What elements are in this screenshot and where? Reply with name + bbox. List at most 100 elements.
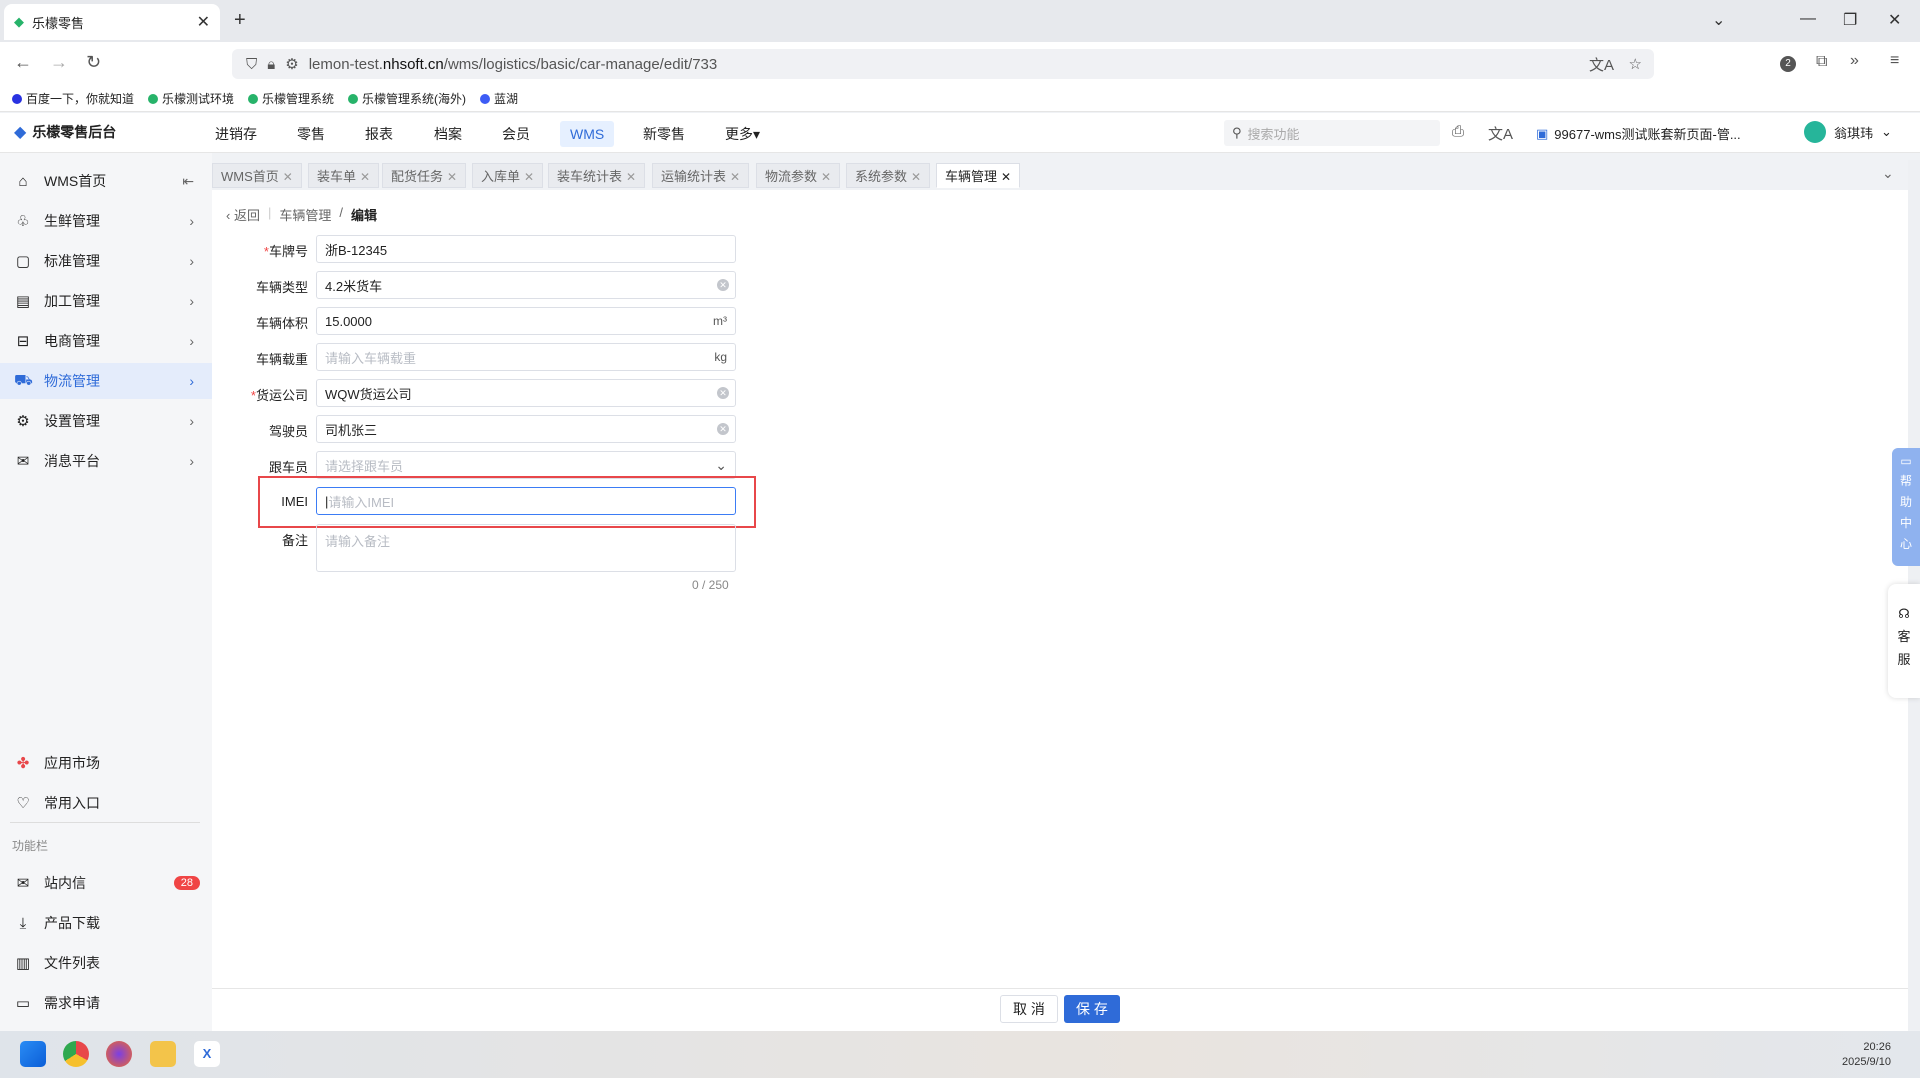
close-window-icon[interactable]: ✕ bbox=[1888, 10, 1901, 30]
close-icon[interactable]: ✕ bbox=[730, 170, 740, 184]
tab-inbound[interactable]: 入库单 ✕ bbox=[472, 163, 544, 188]
close-icon[interactable]: ✕ bbox=[524, 170, 534, 184]
extensions-icon[interactable]: ⧉ bbox=[1816, 53, 1827, 71]
close-tab-icon[interactable]: ✕ bbox=[197, 12, 210, 32]
close-icon[interactable]: ✕ bbox=[626, 170, 636, 184]
address-bar[interactable]: ⛉ 🔒︎ ⚙ lemon-test.nhsoft.cn/wms/logistic… bbox=[232, 49, 1654, 79]
menu-archive[interactable]: 档案 bbox=[424, 121, 472, 147]
tab-loading-order[interactable]: 装车单 ✕ bbox=[308, 163, 380, 188]
print-icon[interactable]: ⎙ bbox=[1452, 123, 1464, 140]
account-switcher[interactable]: ▣ 99677-wms测试账套新页面-管... bbox=[1536, 124, 1741, 143]
sidebar-item-logistics[interactable]: ⛟ 物流管理 › bbox=[0, 363, 212, 399]
tab-vehicle-management[interactable]: 车辆管理 ✕ bbox=[936, 163, 1021, 188]
close-icon[interactable]: ✕ bbox=[821, 170, 831, 184]
escort-select[interactable]: 请选择跟车员 ⌄ bbox=[316, 451, 736, 479]
sidebar-item-files[interactable]: ▥ 文件列表 bbox=[0, 945, 212, 981]
collapse-sidebar-icon[interactable]: ⇤ bbox=[182, 173, 194, 190]
bookmark-lanhu[interactable]: 蓝湖 bbox=[480, 90, 518, 107]
close-icon[interactable]: ✕ bbox=[283, 170, 293, 184]
sidebar-item-requests[interactable]: ▭ 需求申请 bbox=[0, 985, 212, 1021]
volume-input[interactable]: 15.0000 m³ bbox=[316, 307, 736, 335]
user-menu[interactable]: 翁琪玮 ⌄ bbox=[1804, 121, 1892, 143]
translate-icon[interactable]: 文A bbox=[1589, 54, 1614, 75]
tab-wms-home[interactable]: WMS首页 ✕ bbox=[212, 163, 302, 188]
sidebar-item-standard[interactable]: ▢ 标准管理 › bbox=[0, 243, 212, 279]
help-center-button[interactable]: ▭ 帮助中心 bbox=[1892, 448, 1920, 566]
tab-loading-stats[interactable]: 装车统计表 ✕ bbox=[548, 163, 646, 188]
breadcrumb-current: 编辑 bbox=[351, 208, 378, 223]
app-logo[interactable]: ◆ 乐檬零售后台 bbox=[14, 122, 116, 142]
restore-icon[interactable]: ❐ bbox=[1843, 10, 1857, 30]
menu-report[interactable]: 报表 bbox=[355, 121, 403, 147]
plate-input[interactable]: 浙B-12345 bbox=[316, 235, 736, 263]
mail-icon: ✉ bbox=[16, 453, 30, 470]
browser-menu-icon[interactable]: ≡ bbox=[1890, 52, 1899, 70]
firefox-icon[interactable] bbox=[106, 1041, 132, 1067]
tab-distribution-task[interactable]: 配货任务 ✕ bbox=[382, 163, 467, 188]
save-button[interactable]: 保 存 bbox=[1064, 995, 1120, 1023]
language-icon[interactable]: 文A bbox=[1488, 123, 1513, 144]
bookmark-star-icon[interactable]: ☆ bbox=[1629, 55, 1642, 73]
remark-label: 备注 bbox=[281, 533, 308, 548]
forward-icon[interactable]: → bbox=[50, 52, 68, 73]
menu-new-retail[interactable]: 新零售 bbox=[633, 121, 695, 147]
close-icon[interactable]: ✕ bbox=[360, 170, 370, 184]
remark-textarea[interactable]: 请输入备注 bbox=[316, 524, 736, 572]
close-icon[interactable]: ✕ bbox=[1001, 170, 1011, 184]
back-icon[interactable]: ← bbox=[14, 52, 32, 73]
customer-service-button[interactable]: ☊ 客服 bbox=[1888, 584, 1920, 698]
fresh-icon: ♧ bbox=[16, 213, 30, 230]
menu-more[interactable]: 更多▾ bbox=[715, 121, 770, 147]
menu-wms[interactable]: WMS bbox=[560, 121, 615, 147]
overflow-chevrons-icon[interactable]: » bbox=[1850, 52, 1859, 70]
windows-start-icon[interactable] bbox=[20, 1041, 46, 1067]
sidebar-item-fresh[interactable]: ♧ 生鲜管理 › bbox=[0, 203, 212, 239]
sidebar-item-download[interactable]: ⤓ 产品下载 bbox=[0, 905, 212, 941]
bookmark-admin[interactable]: 乐檬管理系统 bbox=[248, 90, 334, 107]
load-input[interactable]: 请输入车辆载重 kg bbox=[316, 343, 736, 371]
reload-icon[interactable]: ↻ bbox=[86, 52, 101, 73]
sidebar-item-wms-home[interactable]: ⌂ WMS首页 ⇤ bbox=[0, 163, 212, 199]
bookmark-admin-overseas[interactable]: 乐檬管理系统(海外) bbox=[348, 90, 466, 107]
sidebar-item-settings[interactable]: ⚙ 设置管理 › bbox=[0, 403, 212, 439]
xmind-icon[interactable]: X bbox=[194, 1041, 220, 1067]
close-icon[interactable]: ✕ bbox=[911, 170, 921, 184]
taskbar-clock[interactable]: 20:26 2025/9/10 bbox=[1842, 1040, 1891, 1070]
company-select[interactable]: WQW货运公司 ✕ bbox=[316, 379, 736, 407]
bookmark-baidu[interactable]: 百度一下，你就知道 bbox=[12, 90, 134, 107]
sidebar-item-inbox[interactable]: ✉ 站内信 28 bbox=[0, 865, 212, 901]
bookmark-test-env[interactable]: 乐檬测试环境 bbox=[148, 90, 234, 107]
vehicle-type-select[interactable]: 4.2米货车 ✕ bbox=[316, 271, 736, 299]
menu-member[interactable]: 会员 bbox=[492, 121, 540, 147]
tab-logistics-params[interactable]: 物流参数 ✕ bbox=[756, 163, 841, 188]
company-label: *货运公司 bbox=[250, 388, 308, 403]
sidebar-item-app-market[interactable]: ✤ 应用市场 bbox=[0, 745, 212, 781]
baidu-icon bbox=[12, 93, 22, 104]
imei-input[interactable]: | 请输入IMEI bbox=[316, 487, 736, 515]
breadcrumb-parent[interactable]: 车辆管理 bbox=[279, 205, 331, 224]
sidebar-item-favorites[interactable]: ♡ 常用入口 bbox=[0, 785, 212, 821]
tab-transport-stats[interactable]: 运输统计表 ✕ bbox=[652, 163, 750, 188]
driver-select[interactable]: 司机张三 ✕ bbox=[316, 415, 736, 443]
clear-icon[interactable]: ✕ bbox=[717, 279, 729, 291]
sidebar-item-messages[interactable]: ✉ 消息平台 › bbox=[0, 443, 212, 479]
minimize-icon[interactable]: — bbox=[1800, 10, 1816, 28]
cancel-button[interactable]: 取 消 bbox=[1000, 995, 1058, 1023]
close-icon[interactable]: ✕ bbox=[447, 170, 457, 184]
new-tab-icon[interactable]: + bbox=[234, 9, 246, 32]
sidebar-item-ecommerce[interactable]: ⊟ 电商管理 › bbox=[0, 323, 212, 359]
back-link[interactable]: ‹ 返回 bbox=[226, 205, 260, 224]
sidebar-item-processing[interactable]: ▤ 加工管理 › bbox=[0, 283, 212, 319]
chrome-icon[interactable] bbox=[63, 1041, 89, 1067]
browser-tab[interactable]: ◆ 乐檬零售 ✕ bbox=[4, 4, 220, 40]
extension-badge[interactable]: 2 bbox=[1780, 56, 1796, 72]
menu-jxc[interactable]: 进销存 bbox=[205, 121, 267, 147]
file-explorer-icon[interactable] bbox=[150, 1041, 176, 1067]
menu-retail[interactable]: 零售 bbox=[287, 121, 335, 147]
clear-icon[interactable]: ✕ bbox=[717, 387, 729, 399]
clear-icon[interactable]: ✕ bbox=[717, 423, 729, 435]
function-search[interactable]: ⚲ 搜索功能 bbox=[1224, 120, 1440, 146]
tabs-dropdown-icon[interactable]: ⌄ bbox=[1882, 165, 1894, 182]
tab-list-chevron-icon[interactable]: ⌄ bbox=[1712, 10, 1725, 30]
tab-system-params[interactable]: 系统参数 ✕ bbox=[846, 163, 931, 188]
